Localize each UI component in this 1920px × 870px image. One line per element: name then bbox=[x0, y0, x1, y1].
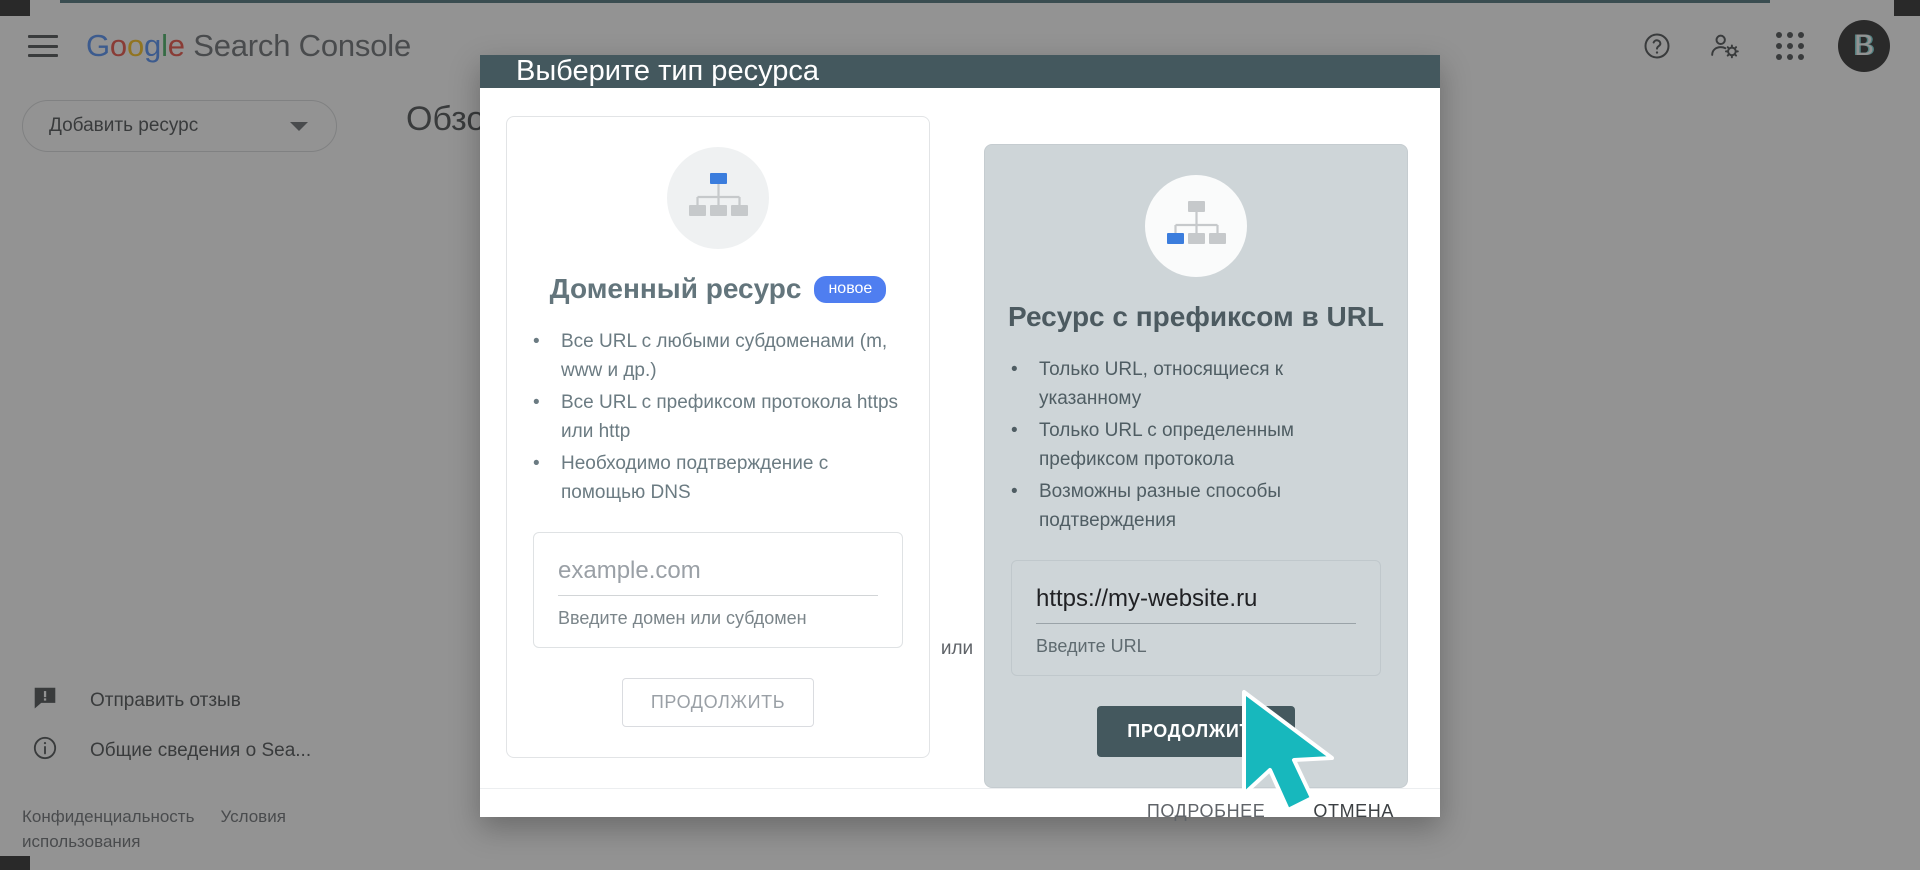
domain-input-hint: Введите домен или субдомен bbox=[558, 607, 807, 628]
url-prefix-continue-button[interactable]: ПРОДОЛЖИТЬ bbox=[1097, 705, 1295, 757]
cancel-button[interactable]: ОТМЕНА bbox=[1297, 789, 1410, 834]
property-type-dialog: Выберите тип ресурса Доменный ресурс нов… bbox=[480, 55, 1440, 821]
screen-root: Google Search Console bbox=[0, 0, 1920, 870]
card-domain-title: Доменный ресурс bbox=[549, 273, 802, 304]
card-url-prefix-bullets: Только URL, относящиеся к указанному Тол… bbox=[1011, 355, 1381, 538]
domain-continue-button[interactable]: ПРОДОЛЖИТЬ bbox=[621, 677, 815, 727]
list-item: Только URL с определенным префиксом прот… bbox=[1011, 416, 1381, 475]
status-badge-new: новое bbox=[814, 275, 887, 303]
card-separator-or: или bbox=[940, 638, 974, 660]
dialog-title: Выберите тип ресурса bbox=[516, 55, 819, 87]
card-url-prefix-title: Ресурс с префиксом в URL bbox=[1007, 301, 1385, 332]
list-item: Возможны разные способы подтверждения bbox=[1011, 477, 1381, 536]
card-url-prefix-property[interactable]: Ресурс с префиксом в URL Только URL, отн… bbox=[984, 144, 1408, 788]
list-item: Только URL, относящиеся к указанному bbox=[1011, 355, 1381, 414]
dialog-footer: ПОДРОБНЕЕ ОТМЕНА bbox=[480, 787, 1440, 834]
card-url-prefix-title-row: Ресурс с префиксом в URL bbox=[1008, 301, 1384, 333]
card-domain-bullets: Все URL с любыми субдоменами (m, www и д… bbox=[533, 327, 903, 510]
domain-continue-wrap: ПРОДОЛЖИТЬ bbox=[621, 677, 815, 727]
card-domain-property[interactable]: Доменный ресурс новое Все URL с любыми с… bbox=[506, 116, 930, 758]
card-domain-title-row: Доменный ресурс новое bbox=[550, 273, 887, 305]
dialog-body: Доменный ресурс новое Все URL с любыми с… bbox=[480, 88, 1440, 788]
url-continue-wrap: ПРОДОЛЖИТЬ bbox=[1097, 705, 1295, 757]
list-item: Все URL с любыми субдоменами (m, www и д… bbox=[533, 327, 903, 386]
url-input-hint: Введите URL bbox=[1036, 635, 1147, 656]
dialog-header: Выберите тип ресурса bbox=[480, 55, 1440, 88]
domain-input-group: Введите домен или субдомен bbox=[533, 531, 903, 648]
more-info-button[interactable]: ПОДРОБНЕЕ bbox=[1131, 789, 1282, 834]
domain-input[interactable] bbox=[558, 556, 878, 596]
url-input-group: Введите URL bbox=[1011, 559, 1381, 676]
sitemap-icon-root-highlighted bbox=[667, 147, 769, 249]
sitemap-icon-leaf-highlighted bbox=[1145, 175, 1247, 277]
url-input[interactable] bbox=[1036, 584, 1356, 624]
list-item: Все URL с префиксом протокола https или … bbox=[533, 388, 903, 447]
list-item: Необходимо подтверждение с помощью DNS bbox=[533, 449, 903, 508]
